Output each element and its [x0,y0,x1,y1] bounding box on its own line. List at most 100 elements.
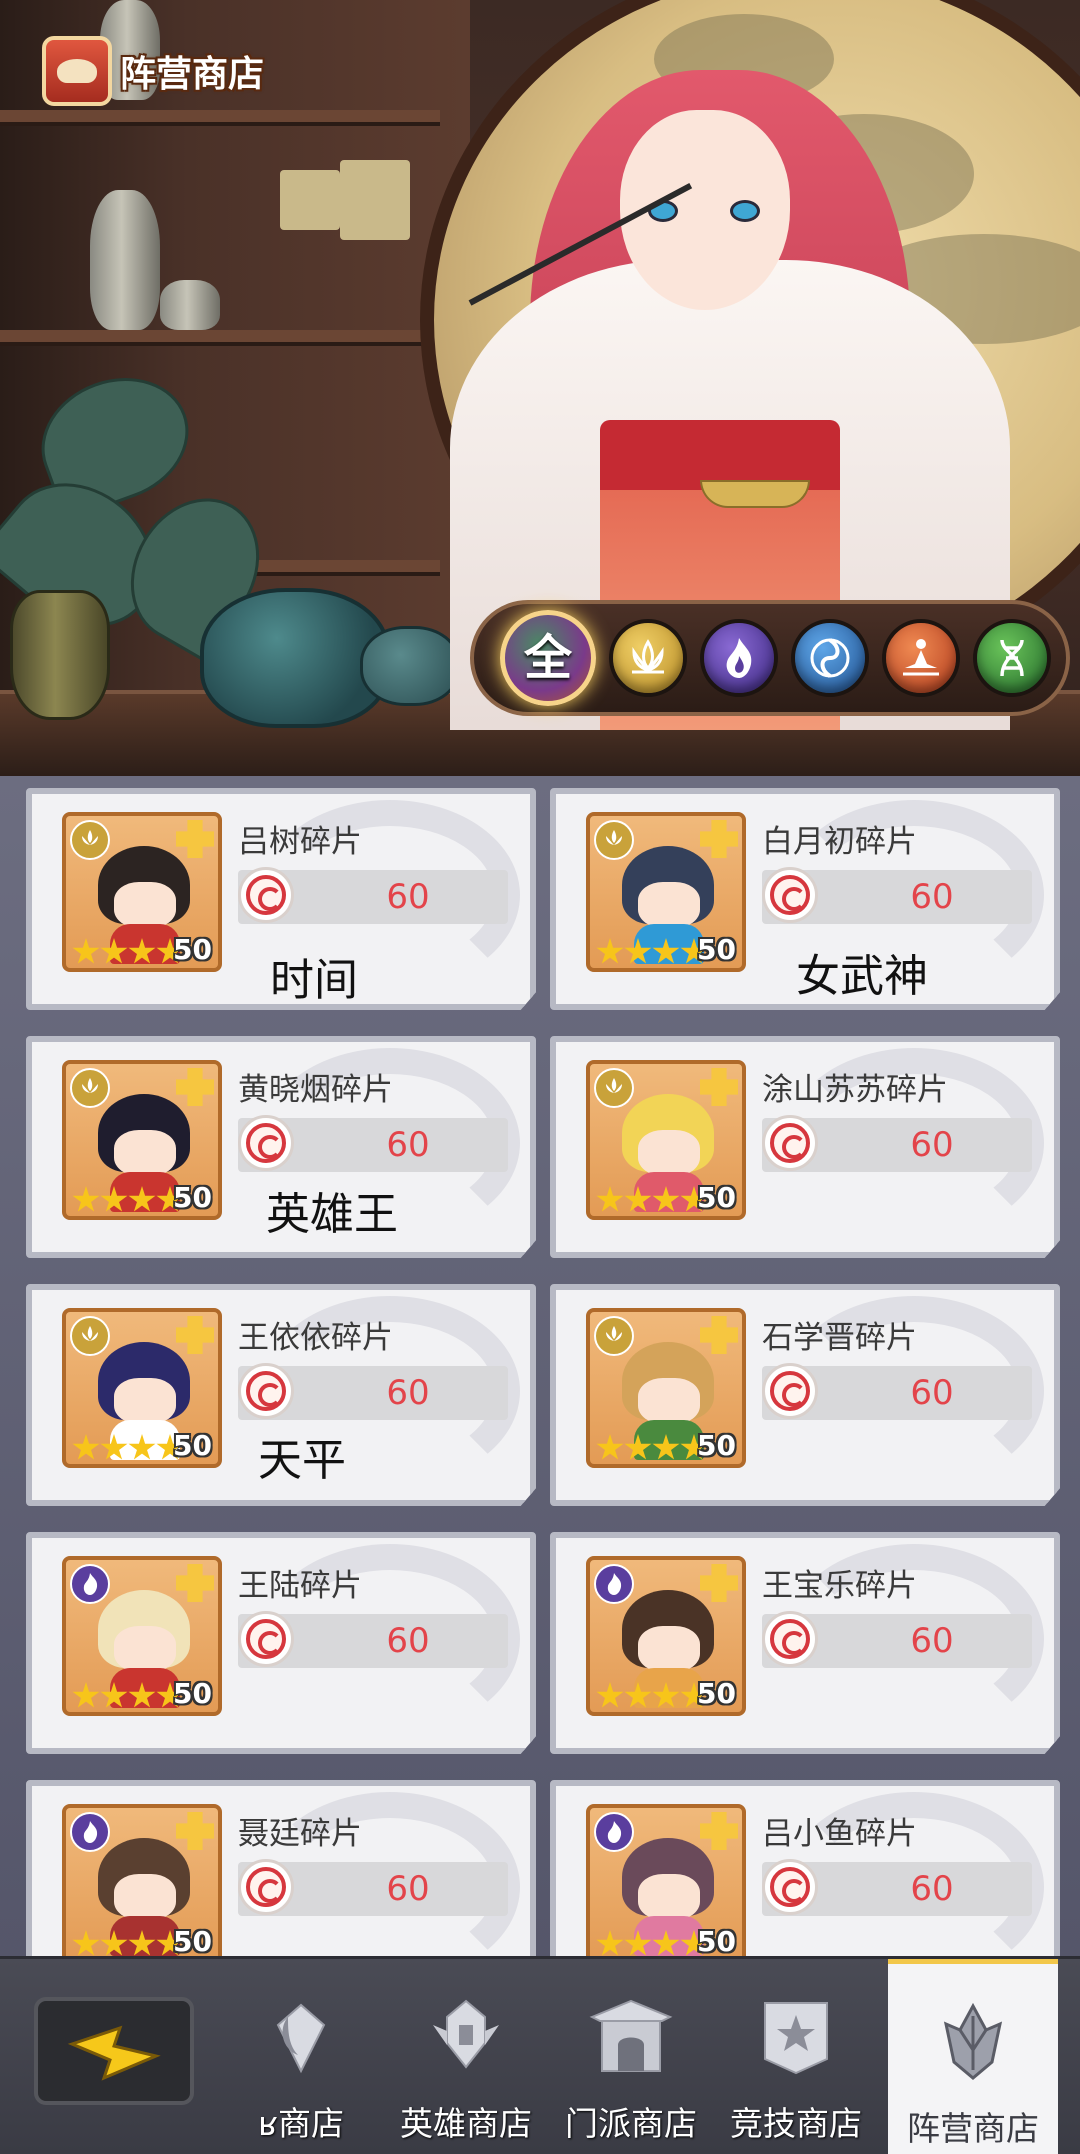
temple-gate-icon [589,1999,673,2072]
hero-helmet-icon [433,1999,499,2069]
price-bar[interactable]: 60 [238,1859,508,1916]
faction-coin-icon [762,1363,818,1419]
overlay-label: 天平 [258,1435,346,1486]
item-name: 王陆碎片 [238,1568,362,1604]
shop-item-card[interactable]: 50 王宝乐碎片 60 [550,1532,1060,1754]
star-icon [652,1682,680,1708]
price-bar[interactable]: 60 [238,1363,508,1420]
back-button[interactable] [34,1997,194,2105]
shop-item-card[interactable]: 50 王陆碎片 60 [26,1532,536,1754]
star-icon [652,1434,680,1460]
star-icon [596,1930,624,1956]
star-icon [100,1434,128,1460]
price-value: 60 [910,877,954,917]
price-value: 60 [386,877,430,917]
filter-lotus-button[interactable] [609,619,687,697]
filter-flame-button[interactable] [700,619,778,697]
star-rating [72,938,184,966]
faction-coin-icon [762,1611,818,1667]
item-name: 聂廷碎片 [238,1816,362,1852]
lotus-faction-icon [594,1068,634,1108]
filter-meditation-button[interactable] [882,619,960,697]
price-bar[interactable]: 60 [762,1611,1032,1668]
price-value: 60 [386,1621,430,1661]
faction-coin-icon [762,867,818,923]
star-icon [652,1930,680,1956]
faction-coin-icon [238,867,294,923]
shop-title-badge: 阵营商店 [42,34,264,108]
price-bar[interactable]: 60 [762,1115,1032,1172]
star-rating [72,1682,184,1710]
faction-crystal-icon [943,2002,1003,2080]
page-title: 阵营商店 [120,54,265,95]
shop-item-card[interactable]: 50 石学晋碎片 60 [550,1284,1060,1506]
star-rating [72,1434,184,1462]
star-icon [100,1682,128,1708]
fragment-corner-icon [176,1564,214,1602]
tab-arena-shop[interactable]: 竞技商店 [705,1959,887,2154]
tab-hero-shop[interactable]: 英雄商店 [375,1959,557,2154]
price-value: 60 [386,1373,430,1413]
fragment-count: 50 [173,1429,212,1462]
bottom-nav: ʁ商店 英雄商店 门派商店 竞技商店 阵营商店 [0,1956,1080,2154]
price-bar[interactable]: 60 [238,867,508,924]
jar [10,590,110,720]
star-icon [624,938,652,964]
star-rating [72,1930,184,1958]
star-icon [72,1682,100,1708]
price-bar[interactable]: 60 [762,1859,1032,1916]
star-icon [652,1186,680,1212]
lotus-faction-icon [594,1316,634,1356]
star-icon [72,1930,100,1956]
crystal-moon-icon [276,2003,326,2074]
price-bar[interactable]: 60 [762,867,1032,924]
price-bar[interactable]: 60 [238,1115,508,1172]
fragment-count: 50 [697,1925,736,1958]
fragment-count: 50 [697,933,736,966]
item-name: 吕树碎片 [238,824,362,860]
hero-portrait: 50 [586,1308,746,1468]
lotus-faction-icon [70,1068,110,1108]
hero-portrait: 50 [586,1060,746,1220]
star-icon [596,1682,624,1708]
filter-dna-button[interactable] [973,619,1051,697]
fragment-count: 50 [697,1677,736,1710]
faction-coin-icon [238,1859,294,1915]
filter-all-button[interactable]: 全 [500,610,596,706]
overlay-label: 英雄王 [266,1189,398,1240]
hero-banner: 阵营商店 全 [0,0,1080,776]
price-value: 60 [910,1621,954,1661]
tab-crystal-shop[interactable]: ʁ商店 [210,1959,392,2154]
fragment-corner-icon [700,1812,738,1850]
star-icon [72,938,100,964]
tab-faction-shop[interactable]: 阵营商店 [888,1959,1058,2154]
swirl-icon [810,638,850,678]
flame-faction-icon [70,1812,110,1852]
purple-flame-icon [726,638,752,678]
tab-label: 竞技商店 [730,2104,862,2143]
faction-coin-icon [762,1115,818,1171]
item-name: 白月初碎片 [762,824,917,860]
lotus-icon [632,639,664,674]
star-icon [624,1186,652,1212]
item-name: 石学晋碎片 [762,1320,917,1356]
tab-label: 门派商店 [565,2104,697,2143]
star-icon [72,1186,100,1212]
star-rating [596,1682,708,1710]
shop-item-card[interactable]: 50 涂山苏苏碎片 60 [550,1036,1060,1258]
star-rating [72,1186,184,1214]
item-name: 王宝乐碎片 [762,1568,917,1604]
hero-portrait: 50 [586,812,746,972]
tab-sect-shop[interactable]: 门派商店 [540,1959,722,2154]
filter-swirl-button[interactable] [791,619,869,697]
fragment-count: 50 [697,1181,736,1214]
star-icon [596,938,624,964]
hero-portrait: 50 [62,812,222,972]
price-bar[interactable]: 60 [762,1363,1032,1420]
star-icon [128,1434,156,1460]
price-bar[interactable]: 60 [238,1611,508,1668]
star-rating [596,1186,708,1214]
star-rating [596,1930,708,1958]
fragment-corner-icon [176,1068,214,1106]
lightning-back-icon [67,2025,161,2081]
